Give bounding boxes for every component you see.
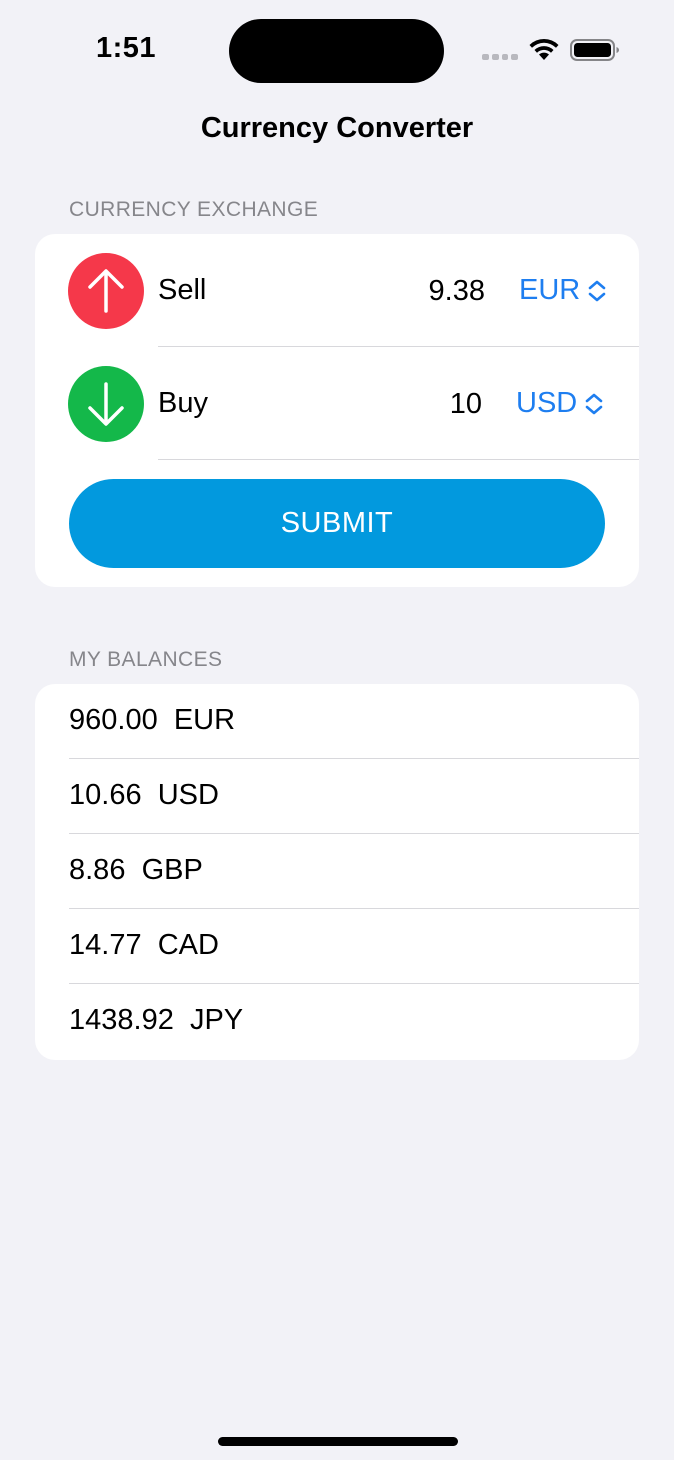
balance-row: 960.00 EUR xyxy=(35,684,639,759)
balance-row: 14.77 CAD xyxy=(35,909,639,984)
sell-amount-input[interactable] xyxy=(365,271,485,311)
chevron-up-down-icon xyxy=(585,393,603,414)
balances-card: 960.00 EUR 10.66 USD 8.86 GBP 14.77 CAD … xyxy=(35,684,639,1060)
battery-icon xyxy=(570,39,619,61)
submit-button[interactable]: SUBMIT xyxy=(69,479,605,568)
balance-text: 8.86 GBP xyxy=(69,854,203,887)
balance-row: 1438.92 JPY xyxy=(35,984,639,1059)
arrow-up-icon xyxy=(68,253,144,329)
balance-text: 960.00 EUR xyxy=(69,704,235,737)
balance-amount: 10.66 xyxy=(69,779,142,811)
balance-amount: 14.77 xyxy=(69,929,142,961)
buy-amount-input[interactable] xyxy=(362,384,482,424)
divider xyxy=(158,459,639,460)
exchange-card: Sell EUR Buy USD xyxy=(35,234,639,587)
buy-label: Buy xyxy=(158,387,208,419)
balances-section-header: MY BALANCES xyxy=(69,648,223,671)
arrow-down-icon xyxy=(68,366,144,442)
screen: 1:51 Currency Converter CURRENCY EXCHANG… xyxy=(0,0,674,1460)
balance-text: 14.77 CAD xyxy=(69,929,219,962)
balance-currency: JPY xyxy=(189,1004,244,1036)
dynamic-island xyxy=(229,19,444,83)
sell-row: Sell EUR xyxy=(35,234,639,347)
balance-currency: USD xyxy=(157,779,219,811)
balance-text: 1438.92 JPY xyxy=(69,1004,243,1037)
balance-row: 10.66 USD xyxy=(35,759,639,834)
balance-amount: 1438.92 xyxy=(69,1004,174,1036)
cellular-signal-icon xyxy=(482,54,518,60)
balance-currency: GBP xyxy=(141,854,203,886)
buy-row: Buy USD xyxy=(35,347,639,460)
balance-amount: 8.86 xyxy=(69,854,126,886)
sell-currency-picker[interactable]: EUR xyxy=(519,274,606,307)
balance-currency: CAD xyxy=(157,929,219,961)
chevron-up-down-icon xyxy=(588,280,606,301)
home-indicator[interactable] xyxy=(218,1437,458,1446)
buy-currency-label: USD xyxy=(516,387,578,419)
page-title: Currency Converter xyxy=(200,112,474,144)
balance-row: 8.86 GBP xyxy=(35,834,639,909)
status-time: 1:51 xyxy=(96,32,157,64)
sell-label: Sell xyxy=(158,274,207,306)
balance-text: 10.66 USD xyxy=(69,779,219,812)
balance-currency: EUR xyxy=(173,704,236,736)
exchange-section-header: CURRENCY EXCHANGE xyxy=(69,198,319,221)
balance-amount: 960.00 xyxy=(69,704,158,736)
sell-currency-label: EUR xyxy=(519,274,581,306)
wifi-icon xyxy=(529,38,559,60)
buy-currency-picker[interactable]: USD xyxy=(516,387,603,420)
